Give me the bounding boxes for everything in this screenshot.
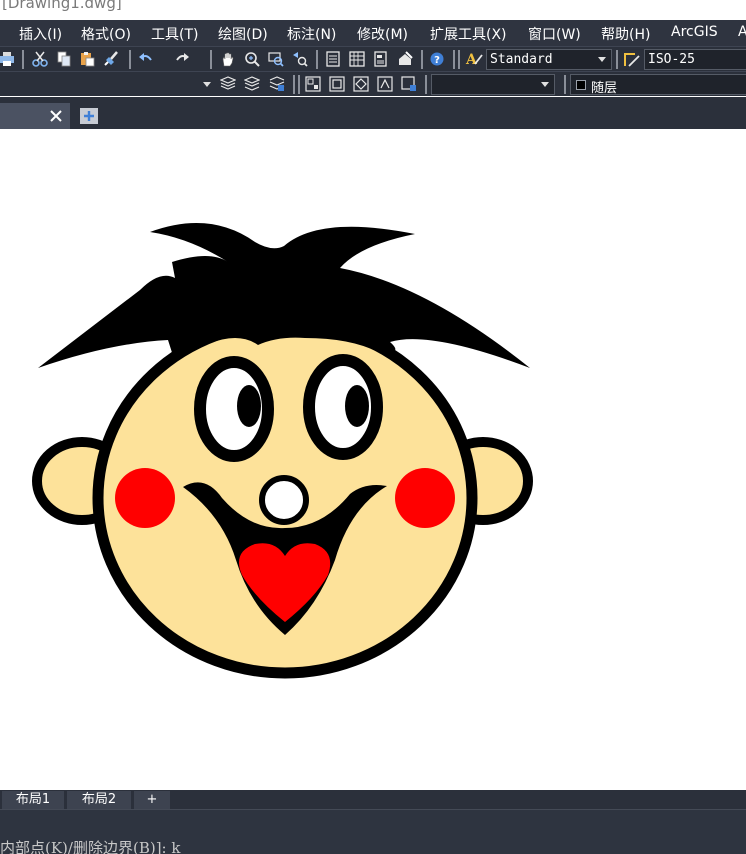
- dim-style-value: ISO-25: [648, 52, 695, 67]
- drawing-canvas[interactable]: [0, 129, 746, 790]
- clip-viewport-icon[interactable]: [400, 75, 418, 93]
- chevron-down-icon: [598, 57, 606, 62]
- menu-dimension[interactable]: 标注(N): [287, 24, 336, 44]
- menu-overflow[interactable]: A: [738, 24, 746, 40]
- brush-icon[interactable]: [102, 50, 120, 68]
- layer-match-icon[interactable]: [243, 75, 261, 93]
- left-pupil: [237, 385, 261, 427]
- text-style-select[interactable]: Standard: [486, 49, 612, 70]
- right-pupil: [345, 385, 369, 427]
- layout-tab-bar: 布局1 布局2 +: [0, 790, 746, 809]
- zoom-window-icon[interactable]: [267, 50, 285, 68]
- dim-style-select[interactable]: ISO-25: [644, 49, 746, 70]
- object-viewport-icon[interactable]: [376, 75, 394, 93]
- window-title: [Drawing1.dwg]: [2, 0, 122, 12]
- drawing-svg: [32, 223, 533, 679]
- menu-express-tools[interactable]: 扩展工具(X): [430, 24, 507, 44]
- toolbar-separator: [22, 50, 24, 69]
- menu-draw[interactable]: 绘图(D): [218, 24, 268, 44]
- nose: [259, 475, 309, 525]
- menu-arcgis[interactable]: ArcGIS: [671, 24, 718, 40]
- text-style-icon[interactable]: A: [465, 50, 483, 68]
- new-tab-icon[interactable]: [79, 107, 99, 125]
- menu-bar: 插入(I) 格式(O) 工具(T) 绘图(D) 标注(N) 修改(M) 扩展工具…: [0, 20, 746, 46]
- toolbar-separator: [564, 75, 566, 94]
- zoom-icon[interactable]: [243, 50, 261, 68]
- zoom-previous-icon[interactable]: [291, 50, 309, 68]
- menu-help[interactable]: 帮助(H): [601, 24, 650, 44]
- svg-text:A: A: [465, 52, 478, 68]
- title-bar: [Drawing1.dwg]: [0, 0, 746, 20]
- text-style-value: Standard: [490, 52, 553, 67]
- left-cheek: [115, 468, 175, 528]
- layer-select[interactable]: [431, 74, 555, 95]
- scissors-icon[interactable]: [31, 50, 49, 68]
- right-eye: [303, 354, 383, 460]
- toolbar-separator: [458, 50, 460, 69]
- paste-icon[interactable]: [78, 50, 96, 68]
- undo-icon[interactable]: [137, 50, 155, 68]
- toolbar-separator: [210, 50, 212, 69]
- toolbar-separator: [129, 50, 131, 69]
- document-tab-bar: [0, 97, 746, 129]
- toolbar-separator: [616, 50, 618, 69]
- layout-tab-2[interactable]: 布局2: [67, 791, 131, 809]
- color-swatch: [576, 80, 586, 90]
- hand-icon[interactable]: [219, 50, 237, 68]
- toolbar-separator: [453, 50, 455, 69]
- properties-icon[interactable]: [324, 50, 342, 68]
- markup-icon[interactable]: [396, 50, 414, 68]
- menu-tools[interactable]: 工具(T): [151, 24, 198, 44]
- close-icon[interactable]: [48, 108, 64, 124]
- menu-modify[interactable]: 修改(M): [357, 24, 408, 44]
- svg-text:?: ?: [434, 55, 440, 66]
- layers-toolbar: 随层: [0, 71, 746, 96]
- layer-dropdown-arrow[interactable]: [203, 82, 211, 87]
- chevron-down-icon: [541, 82, 549, 87]
- dim-style-icon[interactable]: [623, 50, 641, 68]
- toolbar-separator: [316, 50, 318, 69]
- standard-toolbar: ? A Standard ISO-25: [0, 46, 746, 71]
- menu-window[interactable]: 窗口(W): [528, 24, 581, 44]
- linetype-select[interactable]: 随层: [570, 74, 746, 96]
- menu-format[interactable]: 格式(O): [81, 24, 131, 44]
- design-center-icon[interactable]: [348, 50, 366, 68]
- layout-tab-1[interactable]: 布局1: [2, 791, 64, 809]
- command-prompt: 内部点(K)/删除边界(B)]: k: [0, 839, 181, 854]
- viewport-icon[interactable]: [304, 75, 322, 93]
- add-layout-tab[interactable]: +: [134, 791, 170, 809]
- linetype-value: 随层: [591, 81, 618, 96]
- tool-palettes-icon[interactable]: [372, 50, 390, 68]
- single-viewport-icon[interactable]: [328, 75, 346, 93]
- help-icon[interactable]: ?: [428, 50, 446, 68]
- printer-icon[interactable]: [0, 50, 16, 68]
- toolbar-separator: [298, 75, 300, 94]
- copy-icon[interactable]: [55, 50, 73, 68]
- toolbar-separator: [293, 75, 295, 94]
- polygon-viewport-icon[interactable]: [352, 75, 370, 93]
- left-eye: [194, 356, 274, 462]
- layer-states-icon[interactable]: [268, 75, 286, 93]
- toolbar-separator: [425, 75, 427, 94]
- layer-previous-icon[interactable]: [219, 75, 237, 93]
- redo-icon[interactable]: [173, 50, 191, 68]
- menu-insert[interactable]: 插入(I): [19, 24, 62, 44]
- toolbar-separator: [421, 50, 423, 69]
- right-cheek: [395, 468, 455, 528]
- command-line[interactable]: 内部点(K)/删除边界(B)]: k: [0, 809, 746, 854]
